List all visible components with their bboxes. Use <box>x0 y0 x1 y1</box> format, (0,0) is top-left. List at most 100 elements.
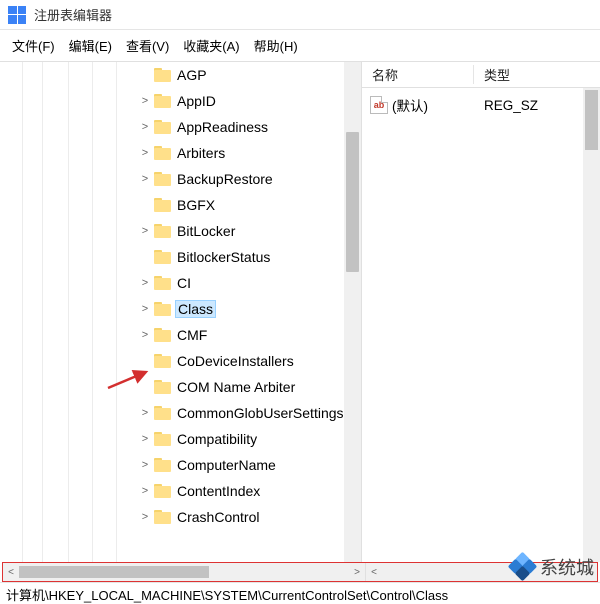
registry-editor-window: 注册表编辑器 文件(F) 编辑(E) 查看(V) 收藏夹(A) 帮助(H) AG… <box>0 0 600 600</box>
scroll-left-icon[interactable]: < <box>366 567 382 578</box>
tree-list: AGP > AppID > AppReadiness > Arbiters > BackupRe… <box>0 62 361 530</box>
values-vertical-scrollbar[interactable] <box>583 88 600 562</box>
folder-icon <box>154 146 171 160</box>
values-list: ab(默认)REG_SZ <box>362 88 600 122</box>
tree-item-label: CrashControl <box>176 509 260 525</box>
tree-item-label: AppReadiness <box>176 119 269 135</box>
folder-icon <box>154 406 171 420</box>
value-type: REG_SZ <box>472 98 538 113</box>
expander-icon[interactable]: > <box>138 173 152 185</box>
menu-help[interactable]: 帮助(H) <box>254 36 298 55</box>
expander-icon[interactable]: > <box>138 459 152 471</box>
tree-item-appreadiness[interactable]: > AppReadiness <box>0 114 361 140</box>
scrollbar-thumb[interactable] <box>346 132 359 272</box>
tree-item-label: CoDeviceInstallers <box>176 353 295 369</box>
tree-item-label: BackupRestore <box>176 171 274 187</box>
expander-icon[interactable]: > <box>138 95 152 107</box>
menu-favorites[interactable]: 收藏夹(A) <box>183 36 239 55</box>
tree-item-label: ComputerName <box>176 457 277 473</box>
folder-icon <box>154 380 171 394</box>
tree-item-label: CommonGlobUserSettings <box>176 405 345 421</box>
menubar: 文件(F) 编辑(E) 查看(V) 收藏夹(A) 帮助(H) <box>0 30 600 62</box>
folder-icon <box>154 510 171 524</box>
values-horizontal-scrollbar[interactable]: < > <box>365 563 597 581</box>
menu-edit[interactable]: 编辑(E) <box>69 36 112 55</box>
tree-horizontal-scrollbar[interactable]: < > <box>3 563 365 581</box>
tree-item-label: Compatibility <box>176 431 258 447</box>
tree-item-contentindex[interactable]: > ContentIndex <box>0 478 361 504</box>
folder-icon <box>154 432 171 446</box>
column-header-type[interactable]: 类型 <box>474 65 600 84</box>
window-title: 注册表编辑器 <box>34 5 112 24</box>
folder-icon <box>154 120 171 134</box>
column-header-name[interactable]: 名称 <box>362 65 474 84</box>
horizontal-scroll-zone: < > < > <box>2 562 598 582</box>
tree-item-agp[interactable]: AGP <box>0 62 361 88</box>
folder-icon <box>154 484 171 498</box>
folder-icon <box>154 302 171 316</box>
tree-item-cmf[interactable]: > CMF <box>0 322 361 348</box>
tree-item-label: AppID <box>176 93 217 109</box>
folder-icon <box>154 224 171 238</box>
expander-icon[interactable]: > <box>138 329 152 341</box>
expander-icon[interactable]: > <box>138 485 152 497</box>
tree-item-class[interactable]: > Class <box>0 296 361 322</box>
values-header: 名称 类型 <box>362 62 600 88</box>
tree-item-label: BGFX <box>176 197 216 213</box>
expander-icon[interactable]: > <box>138 407 152 419</box>
tree-item-bgfx[interactable]: BGFX <box>0 192 361 218</box>
tree-item-arbiters[interactable]: > Arbiters <box>0 140 361 166</box>
address-bar[interactable]: 计算机\HKEY_LOCAL_MACHINE\SYSTEM\CurrentCon… <box>0 582 600 604</box>
tree-item-label: AGP <box>176 67 208 83</box>
tree-item-crashcontrol[interactable]: > CrashControl <box>0 504 361 530</box>
scroll-right-icon[interactable]: > <box>349 567 365 578</box>
value-row[interactable]: ab(默认)REG_SZ <box>362 92 600 118</box>
expander-icon[interactable]: > <box>138 277 152 289</box>
tree-item-label: Arbiters <box>176 145 226 161</box>
tree-item-label: CMF <box>176 327 208 343</box>
tree-item-commonglobusersettings[interactable]: > CommonGlobUserSettings <box>0 400 361 426</box>
folder-icon <box>154 198 171 212</box>
value-name: (默认) <box>392 95 472 115</box>
tree-vertical-scrollbar[interactable] <box>344 62 361 562</box>
expander-icon[interactable]: > <box>138 225 152 237</box>
tree-item-label: ContentIndex <box>176 483 261 499</box>
folder-icon <box>154 94 171 108</box>
menu-file[interactable]: 文件(F) <box>12 36 55 55</box>
app-icon <box>8 6 26 24</box>
tree-item-bitlocker[interactable]: >BitLocker <box>0 218 361 244</box>
folder-icon <box>154 68 171 82</box>
tree-item-label: BitlockerStatus <box>176 249 271 265</box>
scrollbar-thumb[interactable] <box>19 566 209 578</box>
folder-icon <box>154 276 171 290</box>
titlebar: 注册表编辑器 <box>0 0 600 30</box>
expander-icon[interactable]: > <box>138 433 152 445</box>
expander-icon[interactable]: > <box>138 303 152 315</box>
expander-icon[interactable]: > <box>138 121 152 133</box>
scroll-right-icon[interactable]: > <box>581 567 597 578</box>
folder-icon <box>154 328 171 342</box>
tree-item-compatibility[interactable]: > Compatibility <box>0 426 361 452</box>
scrollbar-thumb[interactable] <box>585 90 598 150</box>
folder-icon <box>154 172 171 186</box>
menu-view[interactable]: 查看(V) <box>126 36 169 55</box>
folder-icon <box>154 354 171 368</box>
tree-item-ci[interactable]: > CI <box>0 270 361 296</box>
tree-item-computername[interactable]: > ComputerName <box>0 452 361 478</box>
string-value-icon: ab <box>370 96 388 114</box>
folder-icon <box>154 250 171 264</box>
tree-item-label: Class <box>176 301 215 317</box>
tree-item-bitlockerstatus[interactable]: BitlockerStatus <box>0 244 361 270</box>
tree-item-label: CI <box>176 275 192 291</box>
expander-icon[interactable]: > <box>138 147 152 159</box>
expander-icon[interactable]: > <box>138 511 152 523</box>
folder-icon <box>154 458 171 472</box>
tree-item-com-name-arbiter[interactable]: COM Name Arbiter <box>0 374 361 400</box>
tree-item-backuprestore[interactable]: > BackupRestore <box>0 166 361 192</box>
tree-item-codeviceinstallers[interactable]: CoDeviceInstallers <box>0 348 361 374</box>
scroll-left-icon[interactable]: < <box>3 567 19 578</box>
client-area: AGP > AppID > AppReadiness > Arbiters > BackupRe… <box>0 62 600 562</box>
tree-item-appid[interactable]: > AppID <box>0 88 361 114</box>
values-pane[interactable]: 名称 类型 ab(默认)REG_SZ <box>362 62 600 562</box>
tree-pane[interactable]: AGP > AppID > AppReadiness > Arbiters > BackupRe… <box>0 62 362 562</box>
